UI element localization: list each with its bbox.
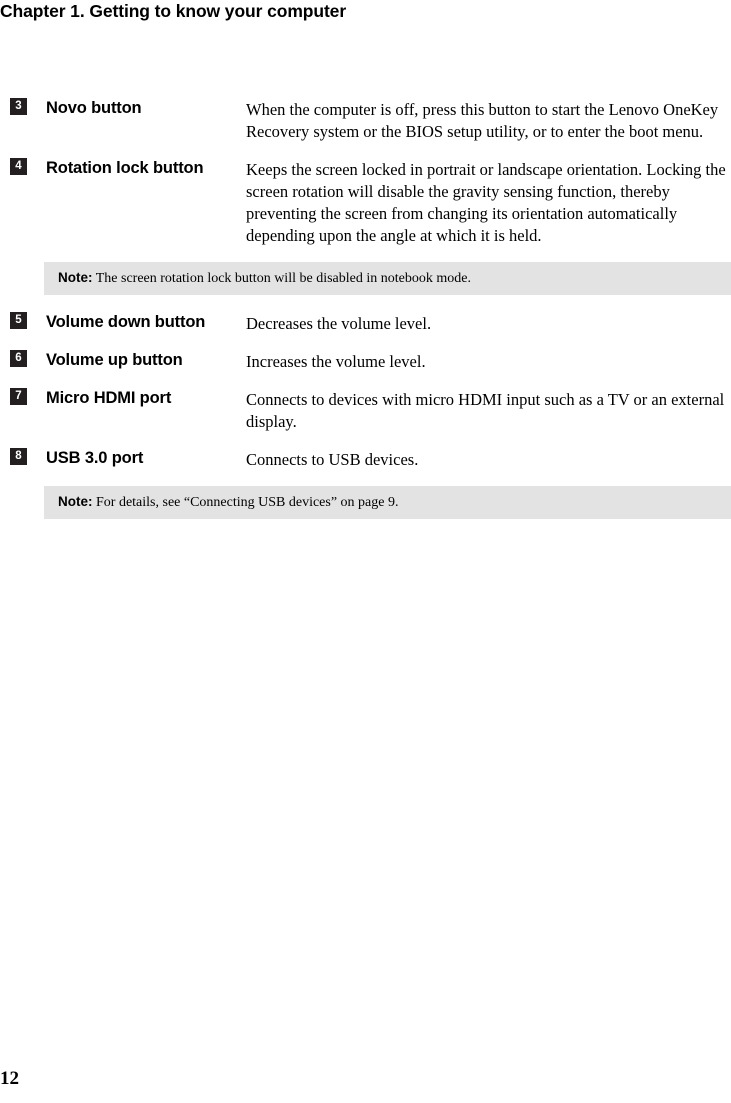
note-row: Note: For details, see “Connecting USB d… (0, 486, 731, 519)
note-spacer (0, 476, 731, 486)
note-spacer (0, 252, 731, 262)
feature-description: Keeps the screen locked in portrait or l… (246, 160, 726, 245)
note-text: The screen rotation lock button will be … (95, 271, 471, 286)
feature-description: Increases the volume level. (246, 352, 426, 371)
page-number: 12 (0, 1068, 19, 1089)
feature-row: 6 Volume up button Increases the volume le… (0, 340, 731, 378)
feature-label: USB 3.0 port (46, 449, 144, 467)
feature-label: Micro HDMI port (46, 389, 172, 407)
feature-description: Connects to devices with micro HDMI inpu… (246, 390, 725, 431)
note-band: Note: For details, see “Connecting USB d… (44, 486, 731, 519)
note-spacer (0, 295, 731, 302)
callout-number-badge: 4 (10, 158, 27, 175)
feature-table-body: 3 Novo button When the computer is off, pr… (0, 88, 731, 526)
callout-number-badge: 8 (10, 448, 27, 465)
feature-description: Connects to USB devices. (246, 450, 419, 469)
feature-label: Novo button (46, 99, 142, 117)
callout-number-badge: 3 (10, 98, 27, 115)
note-spacer (0, 519, 731, 526)
feature-row: 5 Volume down button Decreases the volume … (0, 302, 731, 340)
feature-label: Volume up button (46, 351, 183, 369)
feature-description: Decreases the volume level. (246, 314, 432, 333)
feature-description: When the computer is off, press this but… (246, 100, 719, 141)
callout-number-badge: 7 (10, 388, 27, 405)
feature-label: Volume down button (46, 313, 206, 331)
page-title: Chapter 1. Getting to know your computer (0, 1, 347, 21)
callout-number-badge: 5 (10, 312, 27, 329)
note-label: Note: (58, 494, 93, 509)
feature-row: 8 USB 3.0 port Connects to USB devices. (0, 438, 731, 476)
feature-row: 4 Rotation lock button Keeps the screen lo… (0, 148, 731, 252)
feature-description-table: 3 Novo button When the computer is off, pr… (0, 88, 731, 526)
note-text: For details, see “Connecting USB devices… (96, 495, 399, 510)
feature-label: Rotation lock button (46, 159, 204, 177)
callout-number-badge: 6 (10, 350, 27, 367)
feature-row: 3 Novo button When the computer is off, pr… (0, 88, 731, 148)
note-row: Note: The screen rotation lock button wi… (0, 262, 731, 295)
note-label: Note: (58, 270, 93, 285)
feature-row: 7 Micro HDMI port Connects to devices with… (0, 378, 731, 438)
note-band: Note: The screen rotation lock button wi… (44, 262, 731, 295)
